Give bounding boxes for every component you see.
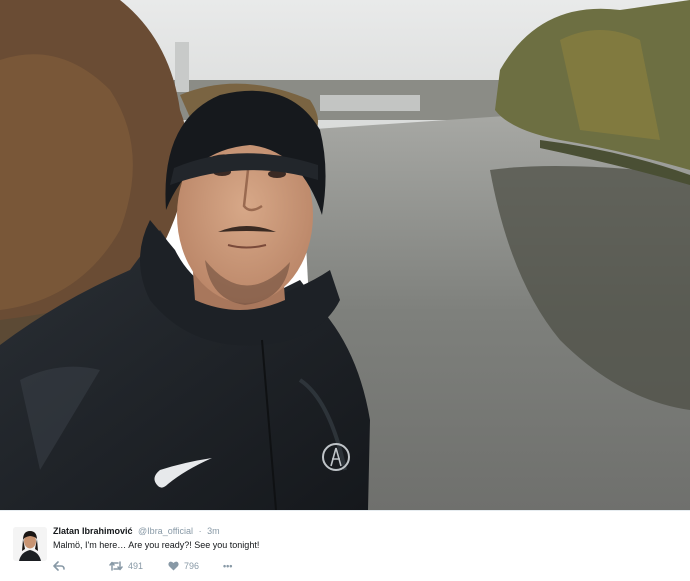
retweet-button[interactable]: 491: [109, 560, 143, 572]
more-button[interactable]: •••: [223, 560, 232, 572]
avatar[interactable]: [13, 527, 47, 561]
like-button[interactable]: 796: [168, 560, 199, 572]
tweet-header: Zlatan Ibrahimović @Ibra_official · 3m: [53, 526, 220, 537]
tweet-card: Zlatan Ibrahimović @Ibra_official · 3m M…: [0, 510, 690, 581]
user-handle[interactable]: @Ibra_official: [138, 526, 193, 536]
reply-button[interactable]: [53, 560, 65, 572]
heart-icon: [168, 561, 179, 571]
reply-icon: [53, 561, 65, 571]
user-fullname[interactable]: Zlatan Ibrahimović: [53, 526, 133, 536]
avatar-image: [13, 527, 47, 561]
tweet-photo[interactable]: [0, 0, 690, 510]
tweet-text: Malmö, I'm here… Are you ready?! See you…: [53, 540, 260, 550]
retweet-count: 491: [128, 561, 144, 571]
retweet-icon: [109, 561, 123, 571]
separator-dot: ·: [198, 526, 202, 536]
selfie-photo: [0, 0, 690, 510]
like-count: 796: [184, 561, 200, 571]
tweet-timestamp[interactable]: 3m: [207, 526, 220, 536]
more-icon: •••: [223, 561, 233, 571]
